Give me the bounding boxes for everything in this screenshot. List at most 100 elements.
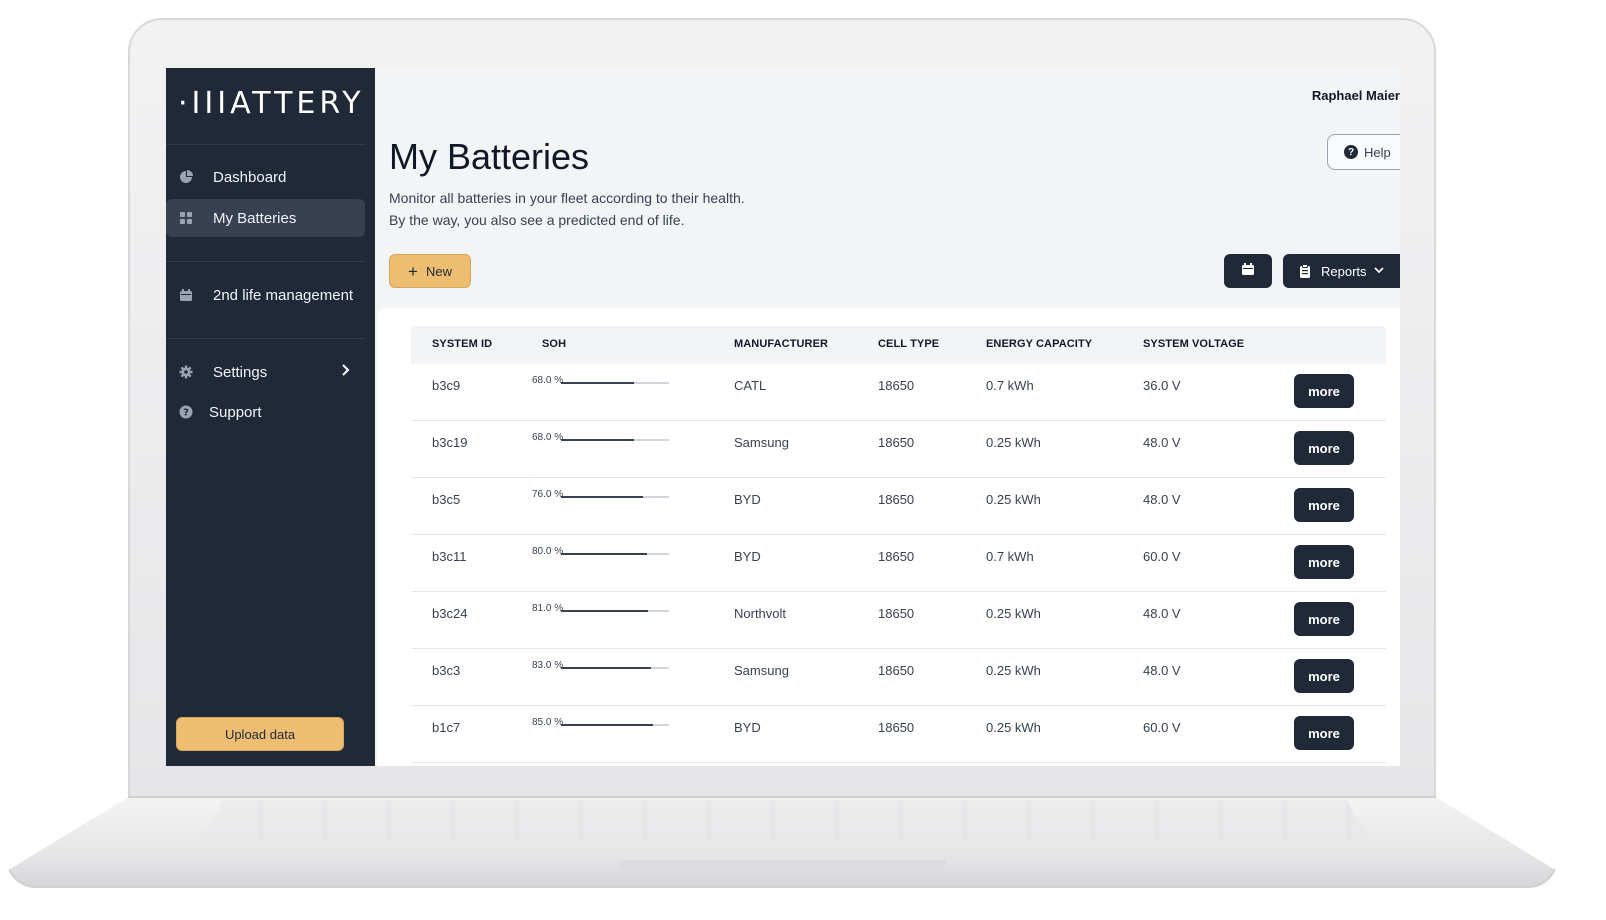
table-row: b3c9 68.0 % CATL 18650 0.7 kWh 36.0 V more — [411, 364, 1386, 421]
sidebar-item-label: 2nd life management — [213, 286, 354, 304]
reports-dropdown[interactable]: Reports — [1283, 254, 1400, 288]
soh-progress-bar — [561, 553, 669, 555]
plus-icon: + — [408, 261, 418, 281]
soh-progress-fill — [561, 610, 649, 612]
sidebar-item-support[interactable]: ? Support — [166, 393, 365, 431]
question-circle-icon: ? — [1344, 145, 1358, 159]
soh-progress-bar — [561, 667, 669, 669]
more-button[interactable]: more — [1294, 602, 1354, 636]
table-row: b3c24 81.0 % Northvolt 18650 0.25 kWh 48.0 V m… — [411, 592, 1386, 649]
main-content: Raphael Maier ? Help My Batteries Monito… — [375, 68, 1400, 766]
column-header: CELL TYPE — [878, 338, 940, 350]
manufacturer-cell: BYD — [734, 549, 761, 564]
system-id-cell: b1c7 — [432, 720, 461, 735]
question-circle-icon: ? — [179, 405, 193, 419]
column-header: SOH — [542, 338, 567, 350]
manufacturer-cell: Samsung — [734, 663, 789, 678]
more-button[interactable]: more — [1294, 488, 1354, 522]
soh-value: 80.0 % — [532, 546, 564, 557]
energy-capacity-cell: 0.25 kWh — [986, 435, 1041, 450]
more-button[interactable]: more — [1294, 431, 1354, 465]
sidebar-item-dashboard[interactable]: Dashboard — [166, 158, 365, 196]
sidebar-divider — [166, 261, 366, 262]
soh-progress-fill — [561, 439, 635, 441]
energy-capacity-cell: 0.7 kWh — [986, 378, 1034, 393]
svg-text:?: ? — [183, 408, 189, 419]
system-id-cell: b3c3 — [432, 663, 461, 678]
new-label: New — [425, 263, 452, 279]
sidebar-item-label: Dashboard — [213, 168, 287, 186]
help-label: Help — [1364, 144, 1391, 160]
system-voltage-cell: 48.0 V — [1143, 435, 1181, 450]
soh-progress-bar — [561, 496, 669, 498]
column-header: SYSTEM ID — [432, 338, 493, 350]
system-voltage-cell: 36.0 V — [1143, 378, 1181, 393]
new-battery-button[interactable]: + New — [389, 254, 471, 288]
sidebar-item-label: Support — [209, 403, 262, 421]
sidebar-item-2nd-life[interactable]: 2nd life management — [166, 276, 365, 314]
soh-progress-bar — [561, 724, 669, 726]
batteries-table: SYSTEM ID SOH MANUFACTURER CELL TYPE ENE… — [377, 308, 1400, 766]
cell-type-cell: 18650 — [878, 492, 915, 507]
page-subtitle: Monitor all batteries in your fleet acco… — [389, 190, 745, 206]
soh-progress-fill — [561, 667, 651, 669]
energy-capacity-cell: 0.25 kWh — [986, 606, 1041, 621]
grid-icon — [179, 211, 193, 225]
more-button[interactable]: more — [1294, 659, 1354, 693]
sidebar-item-label: Settings — [213, 363, 268, 381]
system-voltage-cell: 60.0 V — [1143, 549, 1181, 564]
more-button[interactable]: more — [1294, 374, 1354, 408]
soh-value: 76.0 % — [532, 489, 564, 500]
energy-capacity-cell: 0.25 kWh — [986, 720, 1041, 735]
more-button[interactable]: more — [1294, 545, 1354, 579]
soh-progress-fill — [561, 496, 644, 498]
energy-capacity-cell: 0.7 kWh — [986, 549, 1034, 564]
cell-type-cell: 18650 — [878, 435, 915, 450]
column-header: MANUFACTURER — [734, 338, 829, 350]
gear-icon — [179, 365, 193, 379]
upload-data-button[interactable]: Upload data — [176, 717, 344, 751]
soh-value: 68.0 % — [532, 375, 564, 386]
system-voltage-cell: 48.0 V — [1143, 663, 1181, 678]
system-id-cell: b3c11 — [432, 549, 467, 564]
sidebar-item-settings[interactable]: Settings — [166, 353, 365, 391]
laptop-hinge — [620, 860, 946, 874]
cell-type-cell: 18650 — [878, 549, 915, 564]
calendar-button[interactable] — [1224, 254, 1272, 288]
soh-progress-fill — [561, 382, 635, 384]
soh-value: 68.0 % — [532, 432, 564, 443]
page-title: My Batteries — [389, 136, 590, 177]
table-row: b3c11 80.0 % BYD 18650 0.7 kWh 60.0 V more — [411, 535, 1386, 592]
sidebar-item-my-batteries[interactable]: My Batteries — [166, 199, 365, 237]
soh-progress-bar — [561, 610, 669, 612]
manufacturer-cell: Samsung — [734, 435, 789, 450]
app-logo: ·IIIATTERY — [178, 86, 365, 121]
table-row: b1c7 85.0 % BYD 18650 0.25 kWh 60.0 V more — [411, 706, 1386, 763]
cell-type-cell: 18650 — [878, 663, 915, 678]
system-id-cell: b3c5 — [432, 492, 461, 507]
manufacturer-cell: CATL — [734, 378, 767, 393]
calendar-icon — [1241, 262, 1255, 281]
soh-value: 83.0 % — [532, 660, 564, 671]
system-voltage-cell: 60.0 V — [1143, 720, 1181, 735]
user-name[interactable]: Raphael Maier — [1312, 88, 1400, 103]
soh-progress-bar — [561, 382, 669, 384]
manufacturer-cell: BYD — [734, 720, 761, 735]
sidebar-divider — [166, 144, 366, 145]
column-header: ENERGY CAPACITY — [986, 338, 1093, 350]
sidebar: ·IIIATTERY Dashboard My Batteries 2nd li… — [166, 68, 375, 766]
chevron-down-icon — [1373, 265, 1384, 277]
system-id-cell: b3c24 — [432, 606, 468, 621]
manufacturer-cell: Northvolt — [734, 606, 787, 621]
sidebar-item-label: My Batteries — [213, 209, 297, 227]
soh-progress-fill — [561, 724, 653, 726]
clipboard-icon — [1299, 264, 1311, 278]
chevron-right-icon — [341, 363, 351, 380]
help-button[interactable]: ? Help — [1327, 134, 1400, 170]
more-button[interactable]: more — [1294, 716, 1354, 750]
table-row: b3c5 76.0 % BYD 18650 0.25 kWh 48.0 V more — [411, 478, 1386, 535]
system-voltage-cell: 48.0 V — [1143, 492, 1181, 507]
reports-label: Reports — [1321, 263, 1367, 279]
calendar-icon — [179, 288, 193, 302]
sidebar-divider — [166, 338, 366, 339]
